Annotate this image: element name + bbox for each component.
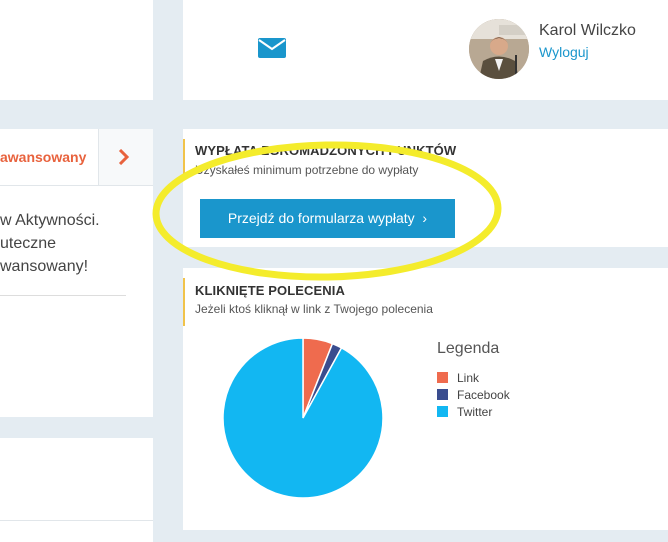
next-level-button[interactable] <box>98 129 153 185</box>
left-content-panel: awansowany w Aktywności. uteczne wansowa… <box>0 129 153 417</box>
legend-title: Legenda <box>437 340 500 357</box>
legend-swatch <box>437 389 448 400</box>
divider <box>0 295 126 296</box>
payout-subtitle: Uzyskałeś minimum potrzebne do wypłaty <box>195 163 419 177</box>
legend-item-link[interactable]: Link <box>437 371 479 385</box>
level-tab-label[interactable]: awansowany <box>0 149 86 165</box>
left-bottom-panel <box>0 438 153 542</box>
avatar[interactable] <box>469 19 529 79</box>
chevron-right-icon: › <box>422 210 428 226</box>
card-accent-bar <box>183 139 185 175</box>
level-tab-bar: awansowany <box>0 129 153 186</box>
envelope-icon[interactable] <box>258 38 286 58</box>
legend-label: Twitter <box>457 405 493 419</box>
payout-card: WYPŁATA ZGROMADZONYCH PUNKTÓW Uzyskałeś … <box>183 129 668 247</box>
payout-form-button-label: Przejdź do formularza wypłaty <box>227 210 415 226</box>
legend-swatch <box>437 372 448 383</box>
user-photo <box>469 19 529 79</box>
legend-label: Facebook <box>457 388 510 402</box>
card-accent-bar <box>183 278 185 326</box>
level-description-line: w Aktywności. <box>0 212 100 229</box>
legend-label: Link <box>457 371 480 385</box>
pie-slice-twitter[interactable] <box>222 337 384 499</box>
legend-swatch <box>437 406 448 417</box>
divider <box>0 520 153 521</box>
level-description-line: uteczne <box>0 235 57 252</box>
payout-title: WYPŁATA ZGROMADZONYCH PUNKTÓW <box>195 143 457 158</box>
payout-form-button[interactable]: Przejdź do formularza wypłaty › <box>200 199 455 238</box>
legend-item-twitter[interactable]: Twitter <box>437 405 492 419</box>
legend-item-facebook[interactable]: Facebook <box>437 388 510 402</box>
top-header: Karol Wilczko Wyloguj <box>183 0 668 100</box>
user-name: Karol Wilczko <box>539 22 636 39</box>
level-description: w Aktywności. uteczne wansowany! <box>0 209 100 278</box>
level-description-line: wansowany! <box>0 258 89 275</box>
chevron-right-icon <box>118 149 130 165</box>
left-top-panel <box>0 0 153 100</box>
referrals-card: KLIKNIĘTE POLECENIA Jeżeli ktoś kliknął … <box>183 268 668 530</box>
referrals-subtitle: Jeżeli ktoś kliknął w link z Twojego pol… <box>195 302 433 316</box>
referrals-title: KLIKNIĘTE POLECENIA <box>195 283 345 298</box>
referrals-pie-chart <box>222 337 384 499</box>
logout-link[interactable]: Wyloguj <box>539 44 589 60</box>
